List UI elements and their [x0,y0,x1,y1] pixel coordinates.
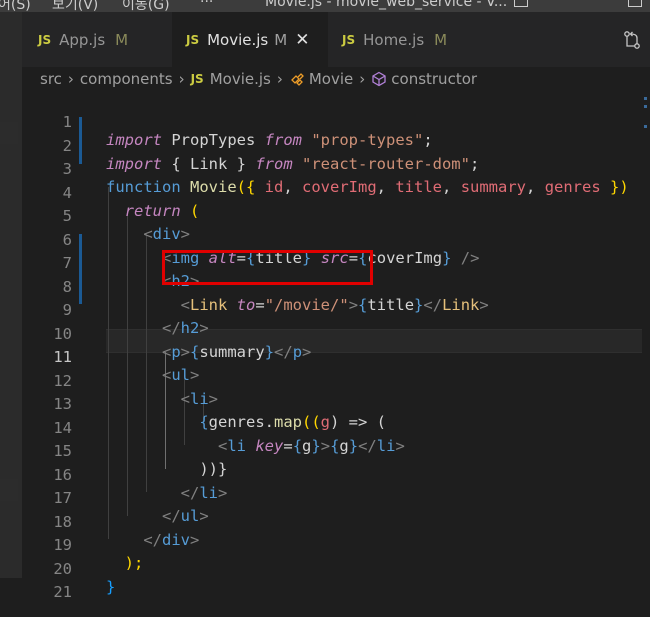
code-line: 2 import { Link } from "react-router-dom… [0,117,650,173]
title-bar: 어(S) 보기(V) 이동(G) ··· Movie.js - movie_we… [0,0,650,12]
menu-selection[interactable]: 어(S) [0,0,31,12]
tab-status: M [274,30,288,49]
breadcrumb-symbol[interactable]: Movie [309,70,353,88]
chevron-right-icon: › [276,70,283,88]
menu-go[interactable]: 이동(G) [122,0,170,12]
chevron-right-icon: › [67,70,74,88]
tab-label: Home.js [363,30,425,49]
tab-status: M [434,30,448,49]
code-line: 11 <ul> [0,328,650,384]
source-control-icon[interactable] [622,30,642,50]
line-number: 21 [53,583,72,601]
code-line: 6 <img alt={title} src={coverImg} /> [0,211,650,267]
code-editor[interactable]: 1 import PropTypes from "prop-types"; 2 … [0,93,650,601]
window-button-icon[interactable] [628,0,642,7]
chevron-right-icon: › [178,70,185,88]
code-line: 10 <p>{summary}</p> [0,305,650,361]
close-icon[interactable]: ✕ [295,30,309,50]
js-file-icon: JS [186,32,200,47]
class-icon [290,73,304,86]
js-file-icon: JS [342,32,356,47]
code-line: 3 function Movie({ id, coverImg, title, … [0,140,650,196]
breadcrumb-src[interactable]: src [40,70,62,88]
code-line: 17 </ul> [0,469,650,525]
code-line: 21 [0,563,650,601]
code-line: 20 } [0,540,650,596]
breadcrumb-components[interactable]: components [80,70,173,88]
breadcrumb-file[interactable]: Movie.js [210,70,271,88]
code-line: 16 </li> [0,446,650,502]
layout-icon[interactable] [514,0,528,7]
code-line: 13 {genres.map((g) => ( [0,375,650,431]
code-line: 5 <div> [0,187,650,243]
menu-more[interactable]: ··· [200,0,213,10]
tab-movie-js[interactable]: JS Movie.js M ✕ [172,12,328,67]
breadcrumb: src › components › JS Movie.js › Movie ›… [40,67,477,91]
code-line: 12 <li> [0,352,650,408]
tab-app-js[interactable]: JS App.js M [22,12,172,67]
code-line: 14 <li key={g}>{g}</li> [0,399,650,455]
chevron-right-icon: › [359,70,366,88]
js-file-icon: JS [190,72,204,86]
tab-home-js[interactable]: JS Home.js M [328,12,478,67]
breadcrumb-constructor[interactable]: constructor [391,70,477,88]
window-title: Movie.js - movie_web_service - V... [265,0,508,10]
menu-view[interactable]: 보기(V) [52,0,98,12]
tab-label: Movie.js [207,30,269,49]
red-highlight-box [162,250,373,285]
code-line: 19 ); [0,516,650,572]
code-line: 18 </div> [0,493,650,549]
code-line: 1 import PropTypes from "prop-types"; [0,93,650,149]
js-file-icon: JS [38,32,52,47]
code-line: 4 return ( [0,164,650,220]
code-line: 15 ))} [0,422,650,478]
method-icon [372,71,386,87]
tab-status: M [115,30,129,49]
tab-label: App.js [59,30,106,49]
